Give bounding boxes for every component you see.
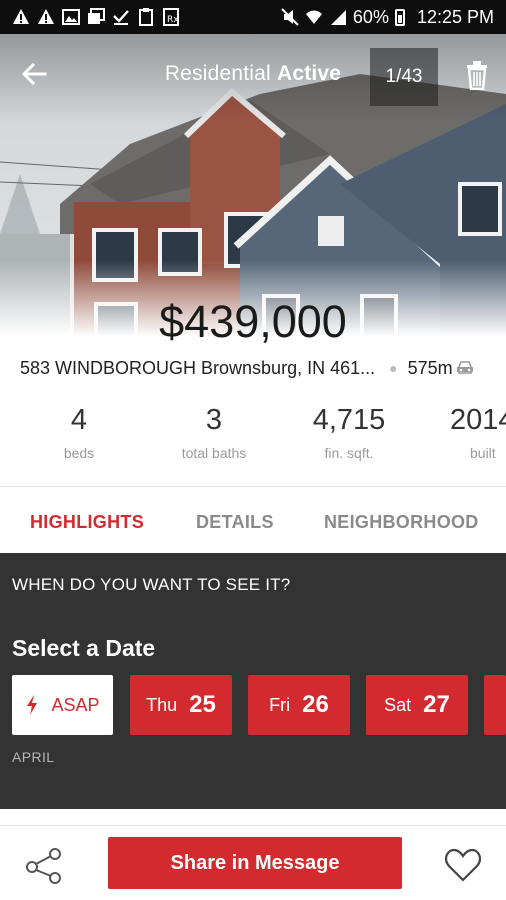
select-date-heading: Select a Date xyxy=(12,635,156,661)
date-number: 27 xyxy=(423,691,450,718)
stat-label: total baths xyxy=(181,445,247,461)
date-picker: ASAP Thu 25 Fri 26 Sat 27 xyxy=(12,675,506,735)
asap-label: ASAP xyxy=(51,694,100,715)
stat-label: beds xyxy=(63,445,95,461)
stat-label: fin. sqft. xyxy=(324,445,374,461)
date-option[interactable]: Sat 27 xyxy=(366,675,468,735)
stat-value: 4 xyxy=(70,404,88,436)
property-stats: 4 beds 3 total baths 4,715 fin. sqft. 20… xyxy=(0,404,506,484)
date-number: 26 xyxy=(302,691,329,718)
date-option-partial[interactable] xyxy=(484,675,506,735)
date-number: 25 xyxy=(189,691,216,718)
system-status: 60% 12:25 PM xyxy=(281,7,494,28)
stat-baths: 3 total baths xyxy=(168,404,260,461)
notification-icons: Rx xyxy=(12,8,180,26)
download-check-icon xyxy=(113,10,129,25)
stat-beds: 4 beds xyxy=(40,404,118,461)
car-icon xyxy=(456,361,473,374)
asap-button[interactable]: ASAP xyxy=(12,675,113,735)
stat-label: built xyxy=(470,445,496,461)
top-bar: Residential Active 1/43 xyxy=(0,34,506,114)
svg-text:Rx: Rx xyxy=(167,15,179,25)
trash-icon[interactable] xyxy=(462,60,492,90)
listing-status: Active xyxy=(276,62,342,85)
divider xyxy=(0,825,506,826)
bottom-action-bar: Share in Message xyxy=(0,809,506,900)
share-icon[interactable] xyxy=(24,845,64,885)
stat-built: 2014 built xyxy=(446,404,506,461)
month-label: APRIL xyxy=(12,749,55,765)
gallery-icon xyxy=(88,8,105,24)
schedule-question: WHEN DO YOU WANT TO SEE IT? xyxy=(12,575,291,594)
detail-tabs: HIGHLIGHTS DETAILS NEIGHBORHOOD xyxy=(0,487,506,553)
date-day: Fri xyxy=(269,694,291,715)
separator-dot: ● xyxy=(389,360,398,376)
status-bar: Rx 60% 12:25 PM xyxy=(0,0,506,34)
prescription-icon: Rx xyxy=(163,8,179,26)
clock: 12:25 PM xyxy=(416,6,494,27)
signal-icon xyxy=(330,10,346,25)
stat-value: 3 xyxy=(205,404,223,436)
warning-icon xyxy=(13,9,29,24)
stat-sqft: 4,715 fin. sqft. xyxy=(300,404,398,461)
address-row: 583 WINDBOROUGH Brownsburg, IN 461... ● … xyxy=(20,354,500,382)
clipboard-icon xyxy=(139,8,153,26)
battery-percent: 60% xyxy=(352,6,389,27)
tab-highlights[interactable]: HIGHLIGHTS xyxy=(30,512,144,533)
distance: 575m xyxy=(407,357,453,378)
lightning-icon xyxy=(27,695,38,715)
heart-icon[interactable] xyxy=(444,847,482,883)
mute-icon xyxy=(281,8,299,26)
date-day: Sat xyxy=(384,694,412,715)
wifi-icon xyxy=(305,10,322,24)
date-option[interactable]: Fri 26 xyxy=(248,675,350,735)
listing-type: Residential xyxy=(164,62,277,85)
image-icon xyxy=(62,9,80,25)
tab-details[interactable]: DETAILS xyxy=(196,512,274,533)
tab-neighborhood[interactable]: NEIGHBORHOOD xyxy=(324,512,479,533)
date-day: Thu xyxy=(146,694,178,715)
listing-price: $439,000 xyxy=(159,296,347,347)
listing-address: 583 WINDBOROUGH Brownsburg, IN 461... xyxy=(20,357,376,378)
stat-value: 2014 xyxy=(450,404,506,436)
share-in-message-button[interactable]: Share in Message xyxy=(108,837,402,889)
schedule-panel: WHEN DO YOU WANT TO SEE IT? Select a Dat… xyxy=(0,553,506,809)
warning-icon xyxy=(38,9,54,24)
date-option[interactable]: Thu 25 xyxy=(130,675,232,735)
stat-value: 4,715 xyxy=(312,404,386,436)
photo-counter: 1/43 xyxy=(370,48,438,106)
battery-icon xyxy=(394,8,405,26)
